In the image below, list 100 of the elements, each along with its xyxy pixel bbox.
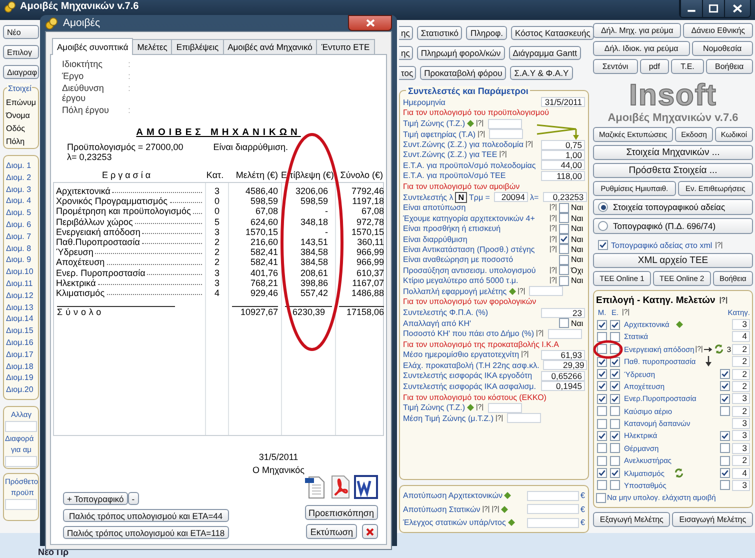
input-field[interactable]: 118,00 bbox=[541, 170, 585, 181]
owner-link[interactable]: Διομ.14 bbox=[6, 313, 34, 326]
checkbox[interactable] bbox=[610, 369, 620, 380]
button[interactable]: Εισαγωγή Μελέτης bbox=[672, 512, 753, 527]
checkbox[interactable] bbox=[610, 456, 620, 466]
button[interactable]: Παλιός τρόπος υπολογισμού και ΕΤΑ=44 bbox=[63, 509, 229, 522]
checkbox[interactable] bbox=[720, 430, 730, 441]
checkbox[interactable] bbox=[610, 430, 620, 441]
key-button[interactable]: N bbox=[455, 192, 468, 203]
button[interactable]: + Τοπογραφικό bbox=[63, 492, 128, 505]
checkbox[interactable] bbox=[559, 213, 569, 224]
tab[interactable]: Μελέτες bbox=[132, 39, 172, 54]
button[interactable]: Δάνειο Εθνικής bbox=[683, 23, 753, 38]
owner-link[interactable]: Διομ.16 bbox=[6, 336, 34, 349]
button[interactable]: ης bbox=[399, 46, 413, 60]
input-field[interactable]: 61,93 bbox=[541, 350, 585, 360]
input-field[interactable]: 3 bbox=[732, 319, 750, 330]
owner-link[interactable]: Διομ.13 bbox=[6, 302, 34, 314]
tab[interactable]: Έντυπο ΕΤΕ bbox=[316, 39, 375, 54]
maximize-icon[interactable] bbox=[702, 0, 724, 17]
button[interactable]: Στοιχεία Μηχανικών ... bbox=[593, 145, 753, 160]
button[interactable]: Πληροφ. bbox=[466, 26, 508, 40]
checkbox[interactable] bbox=[597, 418, 607, 429]
input-field[interactable]: 1,00 bbox=[541, 150, 585, 160]
owner-link[interactable]: Διομ. 7 bbox=[6, 230, 32, 243]
input-field[interactable]: 3 bbox=[732, 442, 750, 454]
checkbox[interactable] bbox=[559, 244, 569, 254]
checkbox[interactable] bbox=[610, 468, 620, 478]
input-field[interactable] bbox=[5, 420, 37, 432]
input-field[interactable] bbox=[489, 129, 524, 140]
button[interactable]: - bbox=[128, 492, 139, 505]
checkbox[interactable] bbox=[720, 406, 730, 416]
pdf-icon[interactable] bbox=[329, 475, 351, 499]
button[interactable]: τος bbox=[399, 66, 416, 80]
button[interactable]: pdf bbox=[640, 59, 670, 74]
input-field[interactable]: 3 bbox=[732, 430, 750, 442]
owner-link[interactable]: Διομ.18 bbox=[6, 360, 34, 372]
input-field[interactable]: 2 bbox=[732, 344, 750, 355]
checkbox[interactable] bbox=[559, 234, 569, 244]
button[interactable]: Διάγραμμα Gantt bbox=[508, 46, 582, 60]
checkbox[interactable] bbox=[597, 381, 607, 392]
button[interactable]: Εξαγωγή Μελέτης bbox=[593, 512, 670, 527]
owner-link[interactable]: Διομ.17 bbox=[6, 348, 34, 361]
checkbox[interactable] bbox=[720, 480, 730, 490]
owner-link[interactable]: Διομ. 6 bbox=[6, 218, 32, 231]
checkbox[interactable] bbox=[720, 394, 730, 404]
owner-link[interactable]: Διομ. 5 bbox=[6, 207, 32, 219]
checkbox[interactable] bbox=[597, 480, 607, 490]
owner-link[interactable]: Διομ.15 bbox=[6, 325, 34, 337]
checkbox[interactable] bbox=[597, 406, 607, 416]
input-field[interactable]: 23 bbox=[541, 308, 585, 318]
input-field[interactable]: 2 bbox=[732, 368, 750, 380]
checkbox[interactable] bbox=[597, 443, 607, 454]
checkbox[interactable] bbox=[597, 430, 607, 441]
input-field[interactable] bbox=[548, 328, 582, 339]
owner-link[interactable]: Διομ. 1 bbox=[6, 160, 32, 172]
owner-link[interactable]: Διομ. 3 bbox=[6, 184, 32, 196]
button[interactable]: Τ.Ε. bbox=[671, 59, 704, 74]
radio-option[interactable]: Στοιχεία τοπογραφικού αδείας bbox=[593, 199, 753, 215]
checkbox[interactable] bbox=[610, 418, 620, 429]
checkbox[interactable] bbox=[598, 240, 608, 250]
checkbox[interactable] bbox=[720, 468, 730, 478]
input-field[interactable] bbox=[488, 118, 522, 129]
checkbox[interactable] bbox=[559, 254, 569, 265]
checkbox[interactable] bbox=[610, 406, 620, 416]
radio-button[interactable] bbox=[598, 202, 608, 212]
rtf-document-icon[interactable] bbox=[304, 475, 326, 499]
input-field[interactable]: 2 bbox=[732, 356, 750, 368]
input-field[interactable]: 4 bbox=[732, 468, 750, 479]
word-icon[interactable] bbox=[354, 475, 378, 499]
button[interactable]: Στατιστικό bbox=[416, 26, 462, 40]
checkbox[interactable] bbox=[559, 224, 569, 234]
tab[interactable]: Αμοιβές συνοπτικά bbox=[52, 38, 134, 55]
button[interactable]: Βοήθεια bbox=[706, 59, 753, 74]
button[interactable]: Σ.Α.Υ & Φ.Α.Υ bbox=[510, 66, 573, 80]
input-field[interactable]: 3 bbox=[732, 418, 750, 430]
checkbox[interactable] bbox=[559, 276, 569, 286]
tab[interactable]: Επιβλέψεις bbox=[171, 39, 224, 54]
checkbox[interactable] bbox=[596, 492, 606, 503]
checkbox[interactable] bbox=[610, 480, 620, 490]
input-field[interactable] bbox=[526, 490, 579, 501]
input-field[interactable] bbox=[5, 456, 37, 467]
checkbox[interactable] bbox=[610, 320, 620, 330]
checkbox[interactable] bbox=[559, 202, 569, 213]
input-field[interactable]: 20094 bbox=[494, 192, 528, 202]
input-field[interactable]: 0,75 bbox=[541, 140, 585, 150]
checkbox[interactable] bbox=[559, 265, 569, 276]
button[interactable]: Προεπισκόπηση bbox=[304, 505, 378, 520]
owner-link[interactable]: Διομ.19 bbox=[6, 372, 34, 384]
input-field[interactable] bbox=[526, 518, 579, 528]
input-field[interactable]: 2 bbox=[732, 380, 750, 392]
checkbox[interactable] bbox=[610, 381, 620, 392]
owner-link[interactable]: Διομ.10 bbox=[6, 266, 34, 278]
checkbox[interactable] bbox=[610, 394, 620, 404]
owner-link[interactable]: Διομ.20 bbox=[6, 384, 34, 396]
checkbox[interactable] bbox=[559, 318, 569, 328]
checkbox[interactable] bbox=[610, 332, 620, 342]
checkbox[interactable] bbox=[597, 369, 607, 380]
checkbox[interactable] bbox=[610, 344, 620, 354]
checkbox[interactable] bbox=[610, 443, 620, 454]
